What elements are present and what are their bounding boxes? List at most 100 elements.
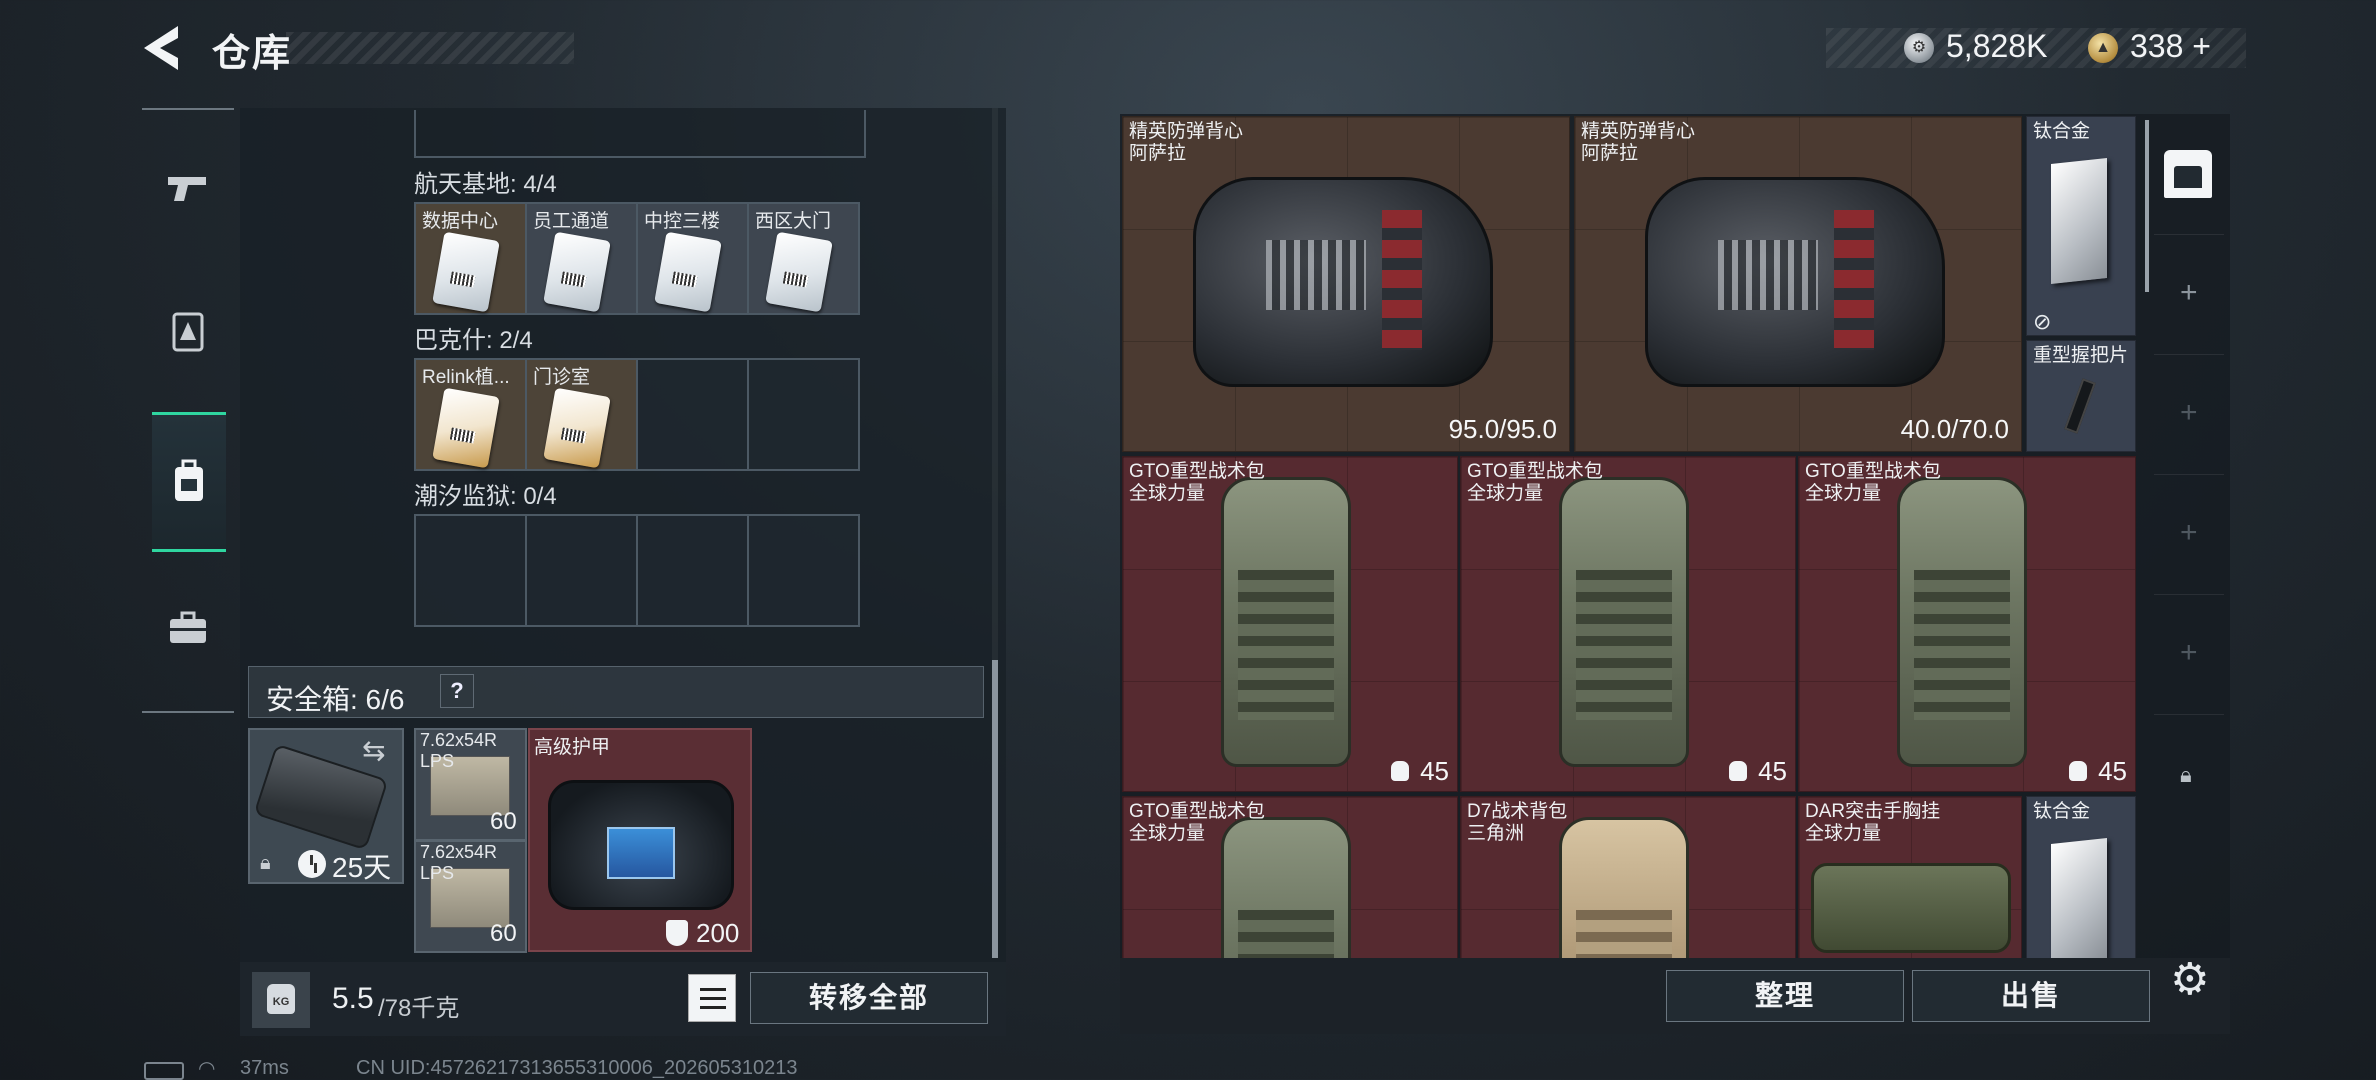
battery-icon (144, 1062, 184, 1080)
back-button[interactable] (140, 22, 188, 74)
weight-icon: KG (252, 972, 310, 1028)
empty-slot[interactable] (747, 514, 860, 627)
helmet-card-icon (172, 312, 204, 352)
scrollbar-thumb[interactable] (2145, 120, 2149, 292)
item-name: DAR突击手胸挂 全球力量 (1805, 801, 1941, 844)
empty-slot[interactable] (414, 514, 527, 627)
keycard-icon (543, 231, 611, 313)
keycard-slot[interactable]: 西区大门 (747, 202, 860, 315)
no-container-icon: ⊘ (2033, 309, 2052, 334)
stash-item[interactable]: 钛合金 ⊘ (2026, 116, 2136, 336)
empty-slot[interactable] (636, 358, 749, 471)
back-arrow-icon (144, 26, 178, 70)
stash-item[interactable]: 精英防弹背心 阿萨拉 40.0/70.0 (1574, 116, 2022, 452)
keycard-slot[interactable]: 门诊室 (525, 358, 638, 471)
backpack-image (1221, 477, 1351, 767)
capacity-value: 45 (1420, 756, 1449, 786)
previous-slot-row (414, 110, 866, 158)
keycard-slot[interactable]: Relink植... (414, 358, 527, 471)
category-rail (142, 108, 234, 713)
titanium-image (2051, 838, 2107, 958)
stash-item[interactable]: 精英防弹背心 阿萨拉 95.0/95.0 (1122, 116, 1570, 452)
remaining-days: 25天 (332, 852, 392, 883)
keycard-slot[interactable]: 数据中心 (414, 202, 527, 315)
lock-icon: 🔒︎ (2180, 762, 2192, 787)
clock-icon (298, 850, 326, 878)
gold-balance-value: 338 (2130, 28, 2184, 64)
stash-item[interactable]: GTO重型战术包 全球力量 45 (1460, 456, 1796, 792)
armor-value: 200 (696, 918, 740, 948)
keycard-icon (765, 231, 833, 313)
grip-image (2064, 378, 2096, 434)
lock-icon: 🔒︎ (260, 852, 271, 874)
keycard-row: 数据中心 员工通道 中控三楼 西区大门 (414, 202, 860, 315)
item-name: 精英防弹背心 阿萨拉 (1129, 121, 1244, 164)
stash-item[interactable]: 重型握把片 (2026, 340, 2136, 452)
scrollbar-thumb[interactable] (992, 660, 998, 958)
add-stash-tab-icon[interactable]: + (2180, 276, 2198, 310)
backpack-image (1559, 817, 1689, 958)
durability-value: 95.0/95.0 (1448, 414, 1557, 444)
add-stash-tab-icon[interactable]: + (2180, 636, 2198, 670)
item-name: GTO重型战术包 全球力量 (1129, 461, 1265, 504)
rail-weapons-tab[interactable] (154, 154, 222, 222)
keycard-name: 门诊室 (533, 367, 591, 388)
empty-slot[interactable] (525, 514, 638, 627)
capacity-value: 45 (2098, 756, 2127, 786)
vest-image (1193, 177, 1493, 387)
backpack-image (1897, 477, 2027, 767)
armor-image (548, 780, 734, 910)
item-name: 钛合金 (2033, 121, 2091, 142)
rail-backpack-tab[interactable] (152, 412, 226, 552)
durability-value: 40.0/70.0 (1900, 414, 2009, 444)
transfer-all-button[interactable]: 转移全部 (750, 972, 988, 1024)
rail-case-tab[interactable] (154, 594, 222, 662)
keycard-name: 西区大门 (755, 211, 832, 232)
capacity-icon (2069, 761, 2087, 781)
gold-balance[interactable]: 338 + (2130, 28, 2211, 65)
stash-tab-icon[interactable] (2164, 150, 2212, 198)
ping-value: 37ms (240, 1057, 289, 1079)
empty-slot[interactable] (747, 358, 860, 471)
weight-current: 5.5 (332, 982, 374, 1015)
item-name: D7战术背包 三角洲 (1467, 801, 1568, 844)
vest-image (1645, 177, 1945, 387)
keycard-name: 员工通道 (533, 211, 610, 232)
gold-coin-icon: ▲ (2088, 33, 2118, 63)
add-stash-tab-icon[interactable]: + (2180, 396, 2198, 430)
sell-button[interactable]: 出售 (1912, 970, 2150, 1022)
section-label: 巴克什: 2/4 (414, 327, 533, 354)
stash-item[interactable]: D7战术背包 三角洲 (1460, 796, 1796, 958)
ammo-name: 7.62x54R LPS (420, 730, 498, 771)
stash-item[interactable]: 钛合金 (2026, 796, 2136, 958)
stash-item[interactable]: GTO重型战术包 全球力量 (1122, 796, 1458, 958)
add-gold-button[interactable]: + (2192, 28, 2211, 64)
swap-icon[interactable]: ⇆ (362, 734, 385, 767)
capacity-icon (1729, 761, 1747, 781)
empty-slot[interactable] (636, 514, 749, 627)
item-name: 钛合金 (2033, 801, 2091, 822)
keycard-icon (432, 231, 500, 313)
page-title: 仓库 (212, 33, 293, 75)
section-label: 潮汐监狱: 0/4 (414, 483, 557, 510)
add-stash-tab-icon[interactable]: + (2180, 516, 2198, 550)
stash-item[interactable]: DAR突击手胸挂 全球力量 (1798, 796, 2022, 958)
keycard-icon (432, 387, 500, 469)
stash-item[interactable]: GTO重型战术包 全球力量 45 (1798, 456, 2136, 792)
help-button[interactable]: ? (440, 674, 474, 708)
sort-button[interactable]: 整理 (1666, 970, 1904, 1022)
rail-equipment-tab[interactable] (154, 298, 222, 366)
keycard-slot[interactable]: 员工通道 (525, 202, 638, 315)
chest-rig-image (1811, 863, 2011, 953)
keycard-slot[interactable]: 中控三楼 (636, 202, 749, 315)
stash-item[interactable]: GTO重型战术包 全球力量 45 (1122, 456, 1458, 792)
item-name: 重型握把片 (2033, 345, 2129, 366)
wifi-icon: ◠ (198, 1058, 216, 1080)
titanium-image (2051, 158, 2107, 284)
item-name: GTO重型战术包 全球力量 (1805, 461, 1941, 504)
keycard-name: 数据中心 (422, 211, 499, 232)
weight-max: /78千克 (378, 995, 460, 1022)
list-view-button[interactable] (688, 974, 736, 1022)
shield-icon (666, 920, 688, 946)
gear-icon[interactable]: ⚙ (2170, 954, 2209, 1005)
